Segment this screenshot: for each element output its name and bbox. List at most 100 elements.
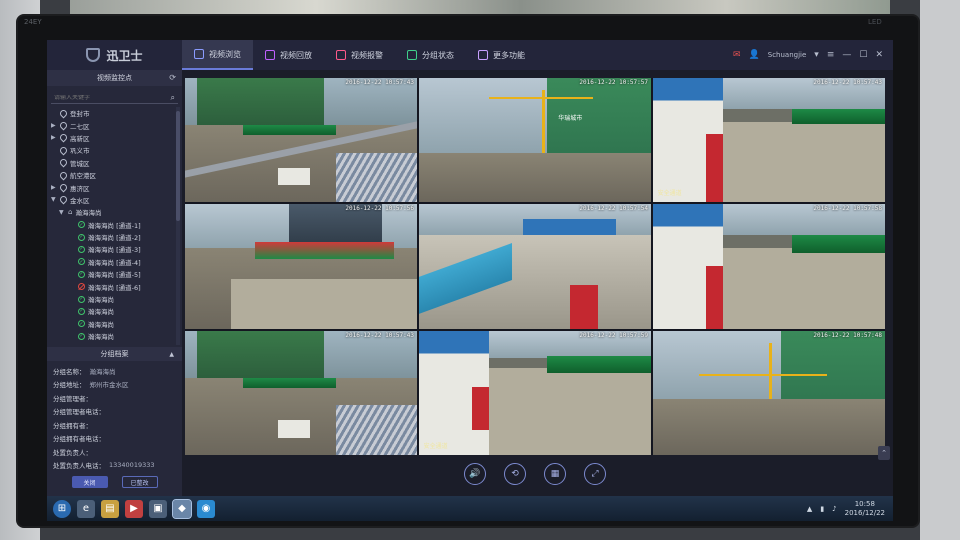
tree-item[interactable]: ✓ 瀚海海尚 [通道-3] [51,243,182,255]
close-icon[interactable]: ✕ [875,50,883,60]
tab-4[interactable]: 分组状态 [395,40,466,70]
tree-item[interactable]: ✓ 瀚海海尚 [通道-4] [51,256,182,268]
info-row: 分组名称： 瀚海海尚 [53,364,176,378]
collapse-icon[interactable]: ▲ [169,351,174,358]
tree-item[interactable]: ▶ 二七区 [51,119,182,131]
site-icon: ⌂ [68,208,73,217]
clock-date: 2016/12/22 [844,508,885,517]
user-icon[interactable]: 👤 [749,50,760,60]
tree-item[interactable]: 巩义市 [51,144,182,156]
offline-icon [78,283,85,291]
tree-item-label: 巩义市 [70,147,90,156]
online-check-icon: ✓ [78,270,85,278]
info-label: 分组拥有者电话： [53,435,105,444]
search-bar: ⌕ [51,92,178,104]
username[interactable]: Schuangjie [768,51,807,59]
tab-label: 视频浏览 [209,49,241,59]
scrollbar-thumb[interactable] [176,111,180,221]
panel-buttons: 关闭 已整改 [47,476,182,488]
tab-1[interactable]: 视频浏览 [182,40,253,70]
tab-2[interactable]: 视频回放 [253,40,324,70]
video-timestamp: 2016-12-22 10:57:43 [345,79,414,86]
expand-arrow-icon[interactable]: ▶ [51,134,57,141]
scroll-up-icon[interactable]: ⌃ [878,446,890,460]
video-cell-3[interactable]: 安全通道 2016-12-22 10:57:43 [653,78,885,203]
fullscreen-icon[interactable]: ⤢ [584,463,606,485]
expand-arrow-icon[interactable]: ▶ [51,184,57,191]
tree-item[interactable]: 航空港区 [51,169,182,181]
folder-icon[interactable]: ▤ [101,499,119,518]
tree-item[interactable]: ▼ ⌂ 瀚海海尚 [51,206,182,218]
layout-grid-icon[interactable]: ▦ [544,463,566,485]
video-cell-4[interactable]: 2016-12-22 10:57:56 [185,204,417,329]
close-button[interactable]: 关闭 [71,476,108,488]
video-cell-9[interactable]: 2016-12-22 10:57:48 [653,330,885,455]
online-check-icon: ✓ [78,221,85,229]
tree-item[interactable]: ▶ 惠济区 [51,181,182,193]
expand-arrow-icon[interactable]: ▼ [51,196,57,203]
video-timestamp: 2016-12-22 10:57:48 [813,331,882,339]
clock[interactable]: 10:58 2016/12/22 [845,500,885,518]
scene-fence [792,109,885,124]
tab-5[interactable]: 更多功能 [466,40,537,70]
message-icon[interactable]: ✉ [733,50,741,60]
video-cell-1[interactable]: 2016-12-22 10:57:43 [185,78,417,203]
tree-item[interactable]: ▶ 高新区 [51,132,182,144]
tree-item[interactable]: ✓ 瀚海海尚 [通道-2] [51,231,182,243]
tree-item[interactable]: ▼ 金水区 [51,194,182,206]
snapshot-icon[interactable]: ⟲ [504,463,526,485]
monitor-model-label: 24EY [24,18,42,26]
maximize-icon[interactable]: ☐ [859,50,867,60]
video-cell-5[interactable]: 2016-12-22 10:57:54 [419,204,651,329]
info-label: 分组管理者： [53,394,92,403]
video-cell-7[interactable]: 2016-12-22 10:57:43 [185,330,417,455]
tree-item-label: 瀚海海尚 [通道-2] [88,234,141,243]
tree-item[interactable]: 登封市 [51,107,182,119]
media-icon[interactable]: ▶ [125,499,143,518]
online-check-icon: ✓ [78,307,85,315]
tree-scrollbar[interactable] [176,107,180,345]
network-icon[interactable]: ▮ [820,505,824,513]
remote-icon[interactable]: ◉ [197,499,215,518]
ie-icon[interactable]: e [77,499,95,518]
tree-item[interactable]: ✓ 瀚海海尚 [51,293,182,305]
audio-icon[interactable]: 🔊 [464,463,486,485]
tab-3[interactable]: 视频报警 [324,40,395,70]
scene-kiosk [277,420,311,438]
expand-arrow-icon[interactable]: ▼ [59,209,65,216]
window-icon[interactable]: ▣ [149,499,167,518]
app-header: 迅卫士 视频浏览 视频回放 视频报警 分组状态 更多功能 ✉ 👤 Schuangjie … [47,40,893,70]
video-cell-8[interactable]: 安全通道 2016-12-22 10:57:59 [419,330,651,455]
location-pin-icon [58,182,69,193]
minimize-icon[interactable]: — [842,50,851,60]
start-button-icon[interactable]: ⊞ [53,499,71,518]
search-icon[interactable]: ⌕ [171,93,175,103]
online-check-icon: ✓ [78,258,85,266]
volume-icon[interactable]: ♪ [832,505,836,513]
tree-item[interactable]: 管城区 [51,157,182,169]
tree-item-label: 瀚海海尚 [通道-6] [88,283,141,292]
tree-item[interactable]: ✓ 瀚海海尚 [51,305,182,317]
expand-arrow-icon[interactable]: ▶ [51,122,57,129]
tree-item-label: 瀚海海尚 [通道-1] [88,221,141,230]
refresh-icon[interactable]: ⟳ [169,73,176,82]
scene-crane-arm [488,96,593,99]
scene-crane-arm [699,374,827,377]
tree-item[interactable]: 瀚海海尚 [通道-6] [51,280,182,292]
online-check-icon: ✓ [78,295,85,303]
video-cell-6[interactable]: 2016-12-22 10:57:58 [653,204,885,329]
tray-arrow-icon[interactable]: ▲ [807,505,812,513]
scene-fence [792,235,885,253]
app-taskbar-icon[interactable]: ◆ [172,498,192,519]
tree-item[interactable]: ✓ 瀚海海尚 [通道-5] [51,268,182,280]
video-cell-2[interactable]: 华瑞城市 2016-12-22 10:57:57 [419,78,651,203]
camera-tree: 登封市 ▶ 二七区 ▶ 高新区 巩义市 管城区 航空港区 ▶ 惠济区 ▼ 金水区 ▼ ⌂ 瀚海海尚 ✓ 瀚海海尚… [47,107,182,345]
tree-item[interactable]: ✓ 瀚海海尚 [51,330,182,342]
rectified-button[interactable]: 已整改 [121,476,158,488]
chevron-down-icon[interactable]: ▾ [814,50,819,60]
tree-item[interactable]: ✓ 瀚海海尚 [通道-1] [51,219,182,231]
search-input[interactable] [54,94,154,101]
tree-item-label: 瀚海海尚 [通道-5] [88,271,141,280]
menu-icon[interactable]: ≡ [827,50,835,60]
tree-item[interactable]: ✓ 瀚海海尚 [51,318,182,330]
